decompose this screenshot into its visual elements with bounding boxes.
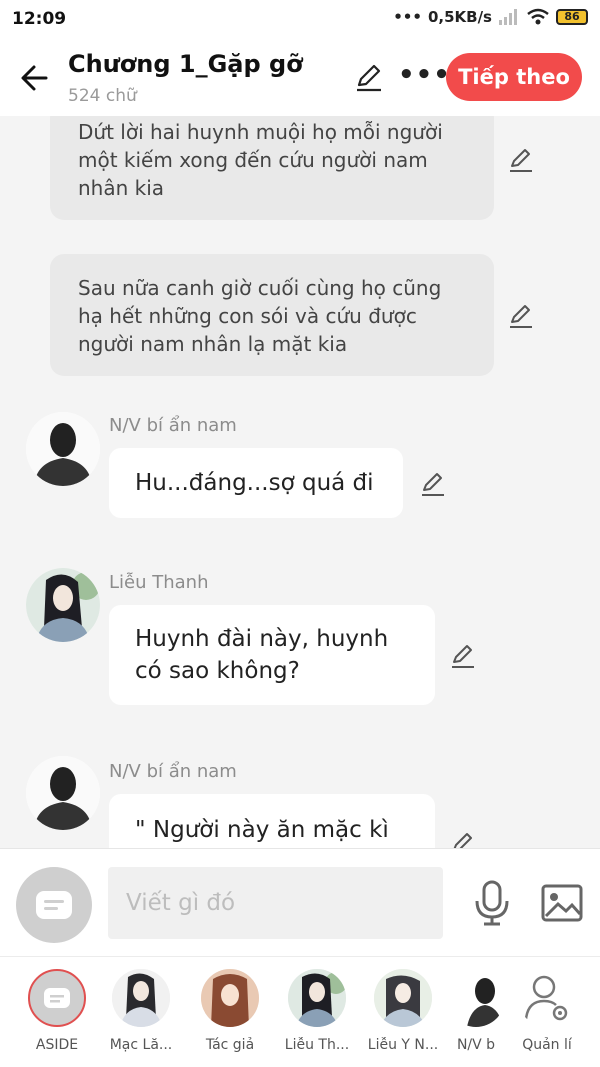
- manage-characters-button[interactable]: Quản lí: [504, 969, 590, 1053]
- dialogue-bubble[interactable]: Hu...đáng...sợ quá đi: [109, 448, 403, 518]
- character-label: Tác giả: [205, 1037, 255, 1053]
- status-indicators: ••• 0,5KB/s 86: [393, 8, 588, 26]
- dialogue-line: Hu...đáng...sợ quá đi: [135, 470, 374, 496]
- dialogue-line: có sao không?: [135, 658, 300, 684]
- narration-line: Dứt lời hai huynh muội họ mỗi người: [78, 120, 443, 144]
- message-input[interactable]: [108, 867, 443, 939]
- narration-line: nhân kia: [78, 176, 165, 200]
- avatar: [112, 969, 170, 1027]
- back-arrow-icon[interactable]: [16, 58, 56, 98]
- message-bubble-icon: [36, 891, 72, 919]
- chapter-title[interactable]: Chương 1_Gặp gỡ: [68, 50, 303, 78]
- character-nv-bi-an[interactable]: N/V b: [446, 969, 506, 1053]
- character-count: 524 chữ: [68, 86, 137, 106]
- avatar-mystery-man[interactable]: [26, 756, 100, 830]
- image-picker-icon[interactable]: [540, 883, 584, 923]
- notification-dots-icon: •••: [393, 8, 422, 26]
- character-aside[interactable]: ASIDE: [14, 969, 100, 1053]
- character-selector-bar: ASIDE Mạc Lă... Tác giả Liễu Th... Liễu …: [0, 956, 600, 1067]
- narration-line: một kiếm xong đến cứu người nam: [78, 148, 428, 172]
- edit-title-icon[interactable]: [352, 60, 386, 94]
- edit-message-icon[interactable]: [448, 640, 478, 670]
- aside-icon: [28, 969, 86, 1027]
- character-label: ASIDE: [35, 1037, 79, 1053]
- edit-message-icon[interactable]: [506, 300, 536, 330]
- avatar: [288, 969, 346, 1027]
- character-tac-gia[interactable]: Tác giả: [187, 969, 273, 1053]
- microphone-icon[interactable]: [470, 879, 514, 927]
- character-label: Mạc Lă...: [109, 1037, 173, 1053]
- avatar: [201, 969, 259, 1027]
- character-lieu-y-n[interactable]: Liễu Y N...: [360, 969, 446, 1053]
- character-label: Liễu Th...: [284, 1037, 350, 1053]
- dialogue-bubble[interactable]: " Người này ăn mặc kì: [109, 794, 435, 848]
- dialogue-line: " Người này ăn mặc kì: [135, 817, 389, 843]
- chapter-header: Chương 1_Gặp gỡ 524 chữ ••• Tiếp theo: [0, 40, 600, 116]
- narration-line: Sau nữa canh giờ cuối cùng họ cũng: [78, 276, 442, 300]
- character-label: N/V b: [456, 1037, 496, 1053]
- character-label: Liễu Y N...: [367, 1037, 439, 1053]
- dialogue-bubble[interactable]: Huynh đài này, huynh có sao không?: [109, 605, 435, 705]
- next-chapter-button[interactable]: Tiếp theo: [446, 53, 582, 101]
- composer-bar: [0, 848, 600, 956]
- character-mac-la[interactable]: Mạc Lă...: [98, 969, 184, 1053]
- status-bar: 12:09 ••• 0,5KB/s 86: [0, 0, 600, 40]
- aside-toggle-button[interactable]: [16, 867, 92, 943]
- narration-line: người nam nhân lạ mặt kia: [78, 332, 348, 356]
- wifi-icon: [527, 8, 549, 25]
- avatar-mystery-man[interactable]: [26, 412, 100, 486]
- speaker-name: N/V bí ẩn nam: [109, 415, 237, 436]
- edit-message-icon[interactable]: [418, 468, 448, 498]
- avatar: [374, 969, 432, 1027]
- dialogue-line: Huynh đài này, huynh: [135, 626, 389, 652]
- story-message-list[interactable]: Dứt lời hai huynh muội họ mỗi người một …: [0, 116, 600, 848]
- narration-line: hạ hết những con sói và cứu được: [78, 304, 417, 328]
- status-time: 12:09: [12, 9, 67, 29]
- speaker-name: N/V bí ẩn nam: [109, 761, 237, 782]
- more-options-button[interactable]: •••: [398, 60, 450, 94]
- network-speed: 0,5KB/s: [427, 8, 492, 26]
- narration-bubble[interactable]: Dứt lời hai huynh muội họ mỗi người một …: [50, 116, 494, 220]
- edit-message-icon[interactable]: [506, 144, 536, 174]
- character-lieu-thanh[interactable]: Liễu Th...: [274, 969, 360, 1053]
- battery-indicator: 86: [556, 9, 588, 25]
- user-settings-icon: [518, 969, 576, 1027]
- avatar-lieu-thanh[interactable]: [26, 568, 100, 642]
- narration-bubble[interactable]: Sau nữa canh giờ cuối cùng họ cũng hạ hế…: [50, 254, 494, 376]
- signal-icon: [499, 9, 517, 25]
- speaker-name: Liễu Thanh: [109, 572, 209, 593]
- avatar: [447, 969, 505, 1027]
- edit-message-icon[interactable]: [448, 828, 478, 848]
- character-label: Quản lí: [522, 1037, 572, 1053]
